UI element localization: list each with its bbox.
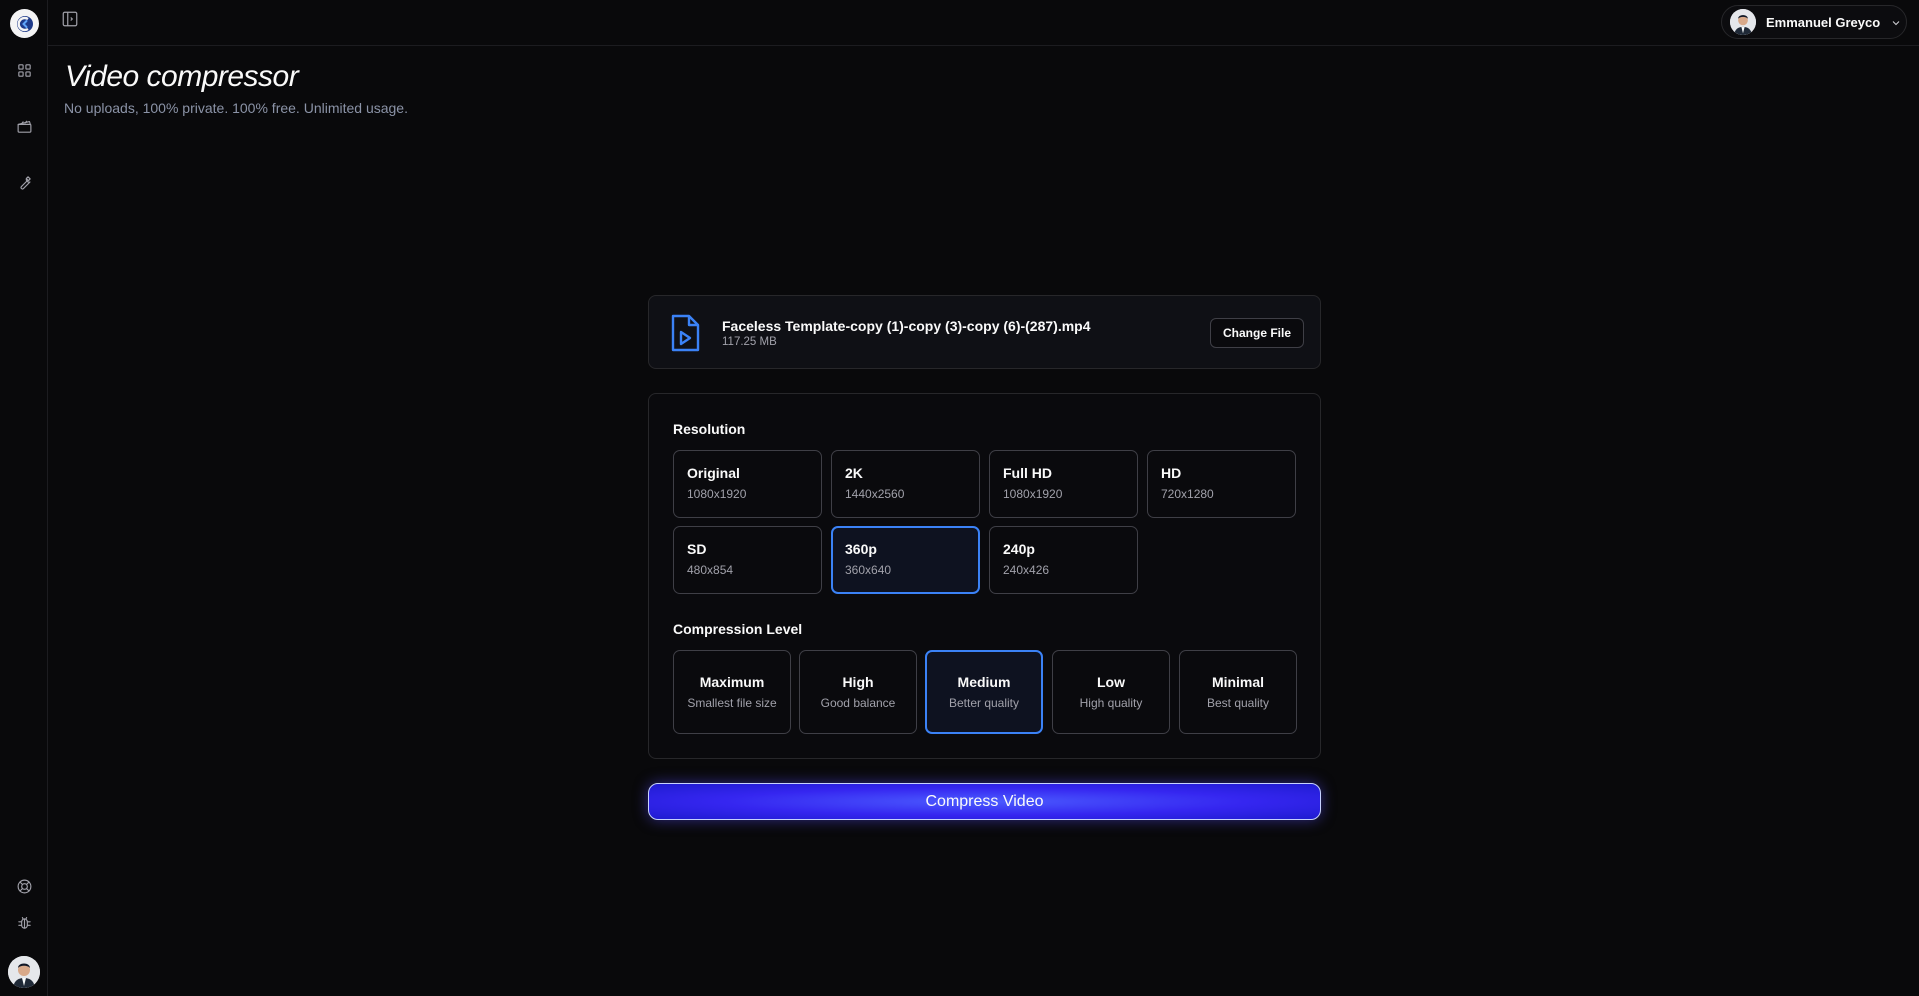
option-title: 360p (845, 541, 877, 557)
resolution-label: Resolution (673, 421, 746, 437)
option-dims: 1440x2560 (845, 487, 905, 501)
option-title: 240p (1003, 541, 1035, 557)
resolution-option-360p[interactable]: 360p 360x640 (831, 526, 980, 594)
option-dims: 720x1280 (1161, 487, 1214, 501)
option-dims: 1080x1920 (687, 487, 747, 501)
option-title: Medium (957, 673, 1011, 690)
sidebar (0, 0, 48, 996)
sidebar-avatar[interactable] (8, 956, 40, 988)
compression-option-high[interactable]: High Good balance (799, 650, 917, 734)
option-desc: Best quality (1206, 695, 1270, 710)
compression-option-medium[interactable]: Medium Better quality (925, 650, 1043, 734)
option-title: Minimal (1211, 673, 1265, 690)
file-size: 117.25 MB (722, 336, 777, 348)
user-menu-button[interactable]: Emmanuel Greyco (1721, 5, 1907, 39)
option-title: High (842, 673, 874, 690)
option-dims: 360x640 (845, 563, 892, 577)
user-name: Emmanuel Greyco (1766, 14, 1881, 30)
bug-icon[interactable] (14, 912, 34, 932)
lifebuoy-icon[interactable] (14, 876, 34, 896)
clapperboard-icon[interactable] (14, 116, 34, 136)
option-title: Maximum (699, 673, 765, 690)
topbar: Emmanuel Greyco (48, 0, 1919, 46)
option-desc: Smallest file size (687, 695, 777, 710)
resolution-option-sd[interactable]: SD 480x854 (673, 526, 822, 594)
compression-options: Maximum Smallest file size High Good bal… (673, 650, 1298, 734)
resolution-option-240p[interactable]: 240p 240x426 (989, 526, 1138, 594)
option-desc: High quality (1079, 695, 1143, 710)
page-title: Video compressor (65, 60, 299, 93)
option-dims: 240x426 (1003, 563, 1050, 577)
resolution-option-original[interactable]: Original 1080x1920 (673, 450, 822, 518)
option-title: SD (687, 541, 707, 557)
option-title: Low (1097, 673, 1125, 690)
chevron-down-icon (1890, 16, 1902, 28)
wrench-icon[interactable] (14, 172, 34, 192)
option-dims: 1080x1920 (1003, 487, 1063, 501)
option-desc: Good balance (820, 695, 896, 710)
resolution-option-full-hd[interactable]: Full HD 1080x1920 (989, 450, 1138, 518)
compression-option-maximum[interactable]: Maximum Smallest file size (673, 650, 791, 734)
compression-option-low[interactable]: Low High quality (1052, 650, 1170, 734)
option-dims: 480x854 (687, 563, 734, 577)
video-file-icon (669, 313, 701, 353)
avatar (1730, 9, 1756, 35)
compress-video-button[interactable]: Compress Video (648, 783, 1321, 820)
file-name: Faceless Template-copy (1)-copy (3)-copy… (722, 318, 1091, 334)
change-file-button[interactable]: Change File (1210, 318, 1304, 348)
page-subtitle: No uploads, 100% private. 100% free. Unl… (64, 100, 408, 116)
option-title: Full HD (1003, 465, 1052, 481)
option-title: HD (1161, 465, 1182, 481)
option-title: 2K (845, 465, 863, 481)
compression-settings-card: Resolution Original 1080x1920 2K 1440x25… (648, 393, 1321, 759)
option-title: Original (687, 465, 740, 481)
selected-file-card: Faceless Template-copy (1)-copy (3)-copy… (648, 295, 1321, 369)
resolution-option-hd[interactable]: HD 720x1280 (1147, 450, 1296, 518)
compression-option-minimal[interactable]: Minimal Best quality (1179, 650, 1297, 734)
option-desc: Better quality (948, 695, 1020, 710)
dashboard-grid-icon[interactable] (14, 60, 34, 80)
resolution-option-2k[interactable]: 2K 1440x2560 (831, 450, 980, 518)
app-logo-icon[interactable] (10, 9, 39, 38)
compression-level-label: Compression Level (673, 621, 803, 637)
sidebar-toggle-icon[interactable] (61, 10, 79, 28)
